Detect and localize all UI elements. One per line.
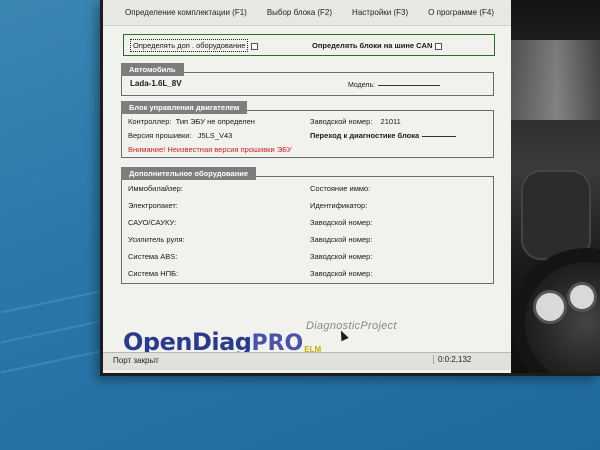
ecu-goto-line (422, 135, 457, 137)
extra-row-left: Иммобилайзер: (128, 184, 183, 193)
photo-seat (521, 170, 591, 260)
menu-bar: Определение комплектации (F1) Выбор блок… (103, 0, 511, 26)
detect-can-option[interactable]: Определять блоки на шине CAN (312, 41, 443, 50)
wallpaper-streak (0, 348, 110, 374)
extra-row-right: Состояние иммо: (310, 184, 371, 193)
extra-row-left: Система НПБ: (128, 269, 179, 278)
detect-options-box: Определять доп . оборудование Определять… (123, 34, 495, 56)
ecu-firmware: Версия прошивки: J5LS_V43 (128, 131, 232, 140)
extra-row-left: Усилитель руля: (128, 235, 185, 244)
detect-extra-checkbox[interactable] (251, 42, 259, 50)
menu-item-about[interactable]: О программе (F4) (428, 8, 494, 17)
car-group: Автомобиль Lada-1.6L_8V Модель: (121, 63, 494, 96)
detect-extra-option[interactable]: Определять доп . оборудование (130, 39, 259, 52)
car-model-field: Модель: (348, 82, 441, 89)
car-name: Lada-1.6L_8V (130, 79, 182, 88)
ecu-firmware-warning: Внимание! Неизвестная версия прошивки ЭБ… (128, 145, 292, 154)
opendiag-logo: OpenDiag PRO ELM DiagnosticProject (123, 318, 396, 356)
extra-row-left: Система ABS: (128, 252, 178, 261)
extra-equipment-group: Дополнительное оборудование Иммобилайзер… (121, 167, 494, 284)
car-model-line (378, 84, 441, 86)
extra-row-right: Заводской номер: (310, 218, 373, 227)
opendiag-window: Определение комплектации (F1) Выбор блок… (100, 0, 600, 376)
ecu-serial: Заводской номер: 21011 (310, 117, 401, 126)
ecu-goto-label: Переход к диагностике блока (310, 131, 420, 140)
status-time: 0:0:2,132 (433, 355, 471, 364)
logo-subtitle: DiagnosticProject (306, 320, 397, 332)
photo-gauge (567, 282, 597, 312)
menu-item-equipment[interactable]: Определение комплектации (F1) (125, 8, 247, 17)
ecu-serial-value: 21011 (380, 117, 401, 126)
ecu-goto-diagnostics-link[interactable]: Переход к диагностике блока (310, 131, 457, 140)
extra-row-right: Идентификатор: (310, 201, 368, 210)
ecu-firmware-label: Версия прошивки: (128, 131, 192, 140)
ecu-controller: Контроллер: Тип ЭБУ не определен (128, 117, 255, 126)
detect-can-label: Определять блоки на шине CAN (312, 41, 433, 50)
status-port: Порт закрыт (113, 356, 159, 365)
menu-item-settings[interactable]: Настройки (F3) (352, 8, 408, 17)
ecu-serial-label: Заводской номер: (310, 117, 373, 126)
car-model-label: Модель: (348, 82, 376, 89)
car-group-title: Автомобиль (121, 63, 184, 76)
ecu-group: Блок управления двигателем Контроллер: Т… (121, 101, 494, 158)
ecu-group-title: Блок управления двигателем (121, 101, 248, 114)
car-interior-photo (511, 0, 600, 373)
detect-can-checkbox[interactable] (435, 42, 443, 50)
ecu-controller-label: Контроллер: (128, 117, 172, 126)
ecu-controller-value: Тип ЭБУ не определен (175, 117, 255, 126)
extra-row-left: САУО/САУКУ: (128, 218, 177, 227)
photo-gauge (533, 290, 567, 324)
extra-row-right: Заводской номер: (310, 235, 373, 244)
wallpaper-streak (0, 288, 110, 314)
status-bar: Порт закрыт 0:0:2,132 (103, 352, 511, 370)
extra-row-right: Заводской номер: (310, 252, 373, 261)
detect-extra-label: Определять доп . оборудование (130, 39, 249, 52)
wallpaper-streak (0, 318, 110, 344)
ecu-firmware-value: J5LS_V43 (197, 131, 233, 140)
photo-window-light (511, 40, 600, 120)
extra-group-title: Дополнительное оборудование (121, 167, 257, 180)
extra-row-left: Электропакет: (128, 201, 178, 210)
menu-item-select-block[interactable]: Выбор блока (F2) (267, 8, 332, 17)
extra-row-right: Заводской номер: (310, 269, 373, 278)
